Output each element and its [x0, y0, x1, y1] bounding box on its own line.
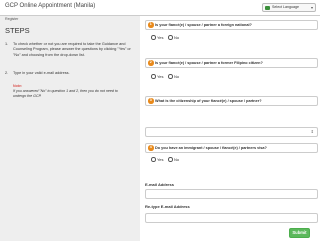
question-number-badge: 4	[148, 145, 154, 151]
question-4: 4 Do you have an immigrant / spouse / fi…	[145, 143, 318, 153]
page-title: GCP Online Appointment (Manila)	[5, 3, 96, 9]
no-radio[interactable]	[168, 74, 173, 79]
retype-email-label: Re-type E-mail Address	[145, 204, 190, 209]
yes-label: Yes	[157, 157, 164, 162]
step-number: 1.	[5, 42, 9, 46]
no-label: No	[174, 74, 180, 79]
yes-radio[interactable]	[151, 74, 156, 79]
no-label: No	[174, 35, 180, 40]
select-arrows-icon: ⇕	[310, 128, 314, 134]
yes-radio[interactable]	[151, 35, 156, 40]
language-select[interactable]: Select Language	[262, 3, 316, 12]
email-field[interactable]	[145, 189, 318, 199]
submit-button[interactable]: Submit	[289, 228, 310, 238]
question-number-badge: 3	[148, 98, 154, 104]
yes-radio[interactable]	[151, 157, 156, 162]
email-label: E-mail Address	[145, 182, 174, 187]
register-link[interactable]: Register	[5, 17, 18, 21]
yes-label: Yes	[157, 35, 164, 40]
note-block: Note: If you answered "No" to question 1…	[13, 84, 128, 99]
step-text: Type in your valid e-mail address.	[13, 71, 70, 75]
question-1-answers: Yes No	[151, 34, 191, 41]
question-text: Do you have an immigrant / spouse / fian…	[155, 146, 267, 150]
top-header: GCP Online Appointment (Manila) Select L…	[0, 0, 320, 16]
question-number-badge: 1	[148, 22, 154, 28]
appointment-form: 1 Is your fiancé(e) / spouse / partner a…	[140, 16, 320, 241]
question-text: Is your fiancé(e) / spouse / partner a f…	[155, 23, 252, 27]
yes-label: Yes	[157, 74, 164, 79]
steps-title: STEPS	[5, 26, 30, 35]
note-text: If you answered "No" to question 1 and 2…	[13, 89, 118, 98]
chevron-down-icon	[311, 6, 313, 9]
no-radio[interactable]	[168, 35, 173, 40]
question-text: What is the citizenship of your fiancé(e…	[155, 99, 262, 103]
step-text: To check whether or not you are required…	[13, 42, 131, 57]
step-number: 2.	[5, 71, 9, 75]
question-2: 2 Is your fiancé(e) / spouse / partner a…	[145, 58, 318, 68]
retype-email-field[interactable]	[145, 213, 318, 223]
question-3: 3 What is the citizenship of your fiancé…	[145, 96, 318, 106]
no-label: No	[174, 157, 180, 162]
question-2-answers: Yes No	[151, 73, 191, 80]
language-select-label: Select Language	[272, 5, 299, 9]
question-number-badge: 2	[148, 60, 154, 66]
no-radio[interactable]	[168, 157, 173, 162]
citizenship-select[interactable]: ⇕	[145, 127, 318, 137]
steps-sidebar: Register STEPS 1. To check whether or no…	[0, 16, 140, 241]
question-text: Is your fiancé(e) / spouse / partner a f…	[155, 61, 263, 65]
globe-flag-icon	[265, 5, 270, 10]
question-1: 1 Is your fiancé(e) / spouse / partner a…	[145, 20, 318, 30]
question-4-answers: Yes No	[151, 156, 191, 163]
